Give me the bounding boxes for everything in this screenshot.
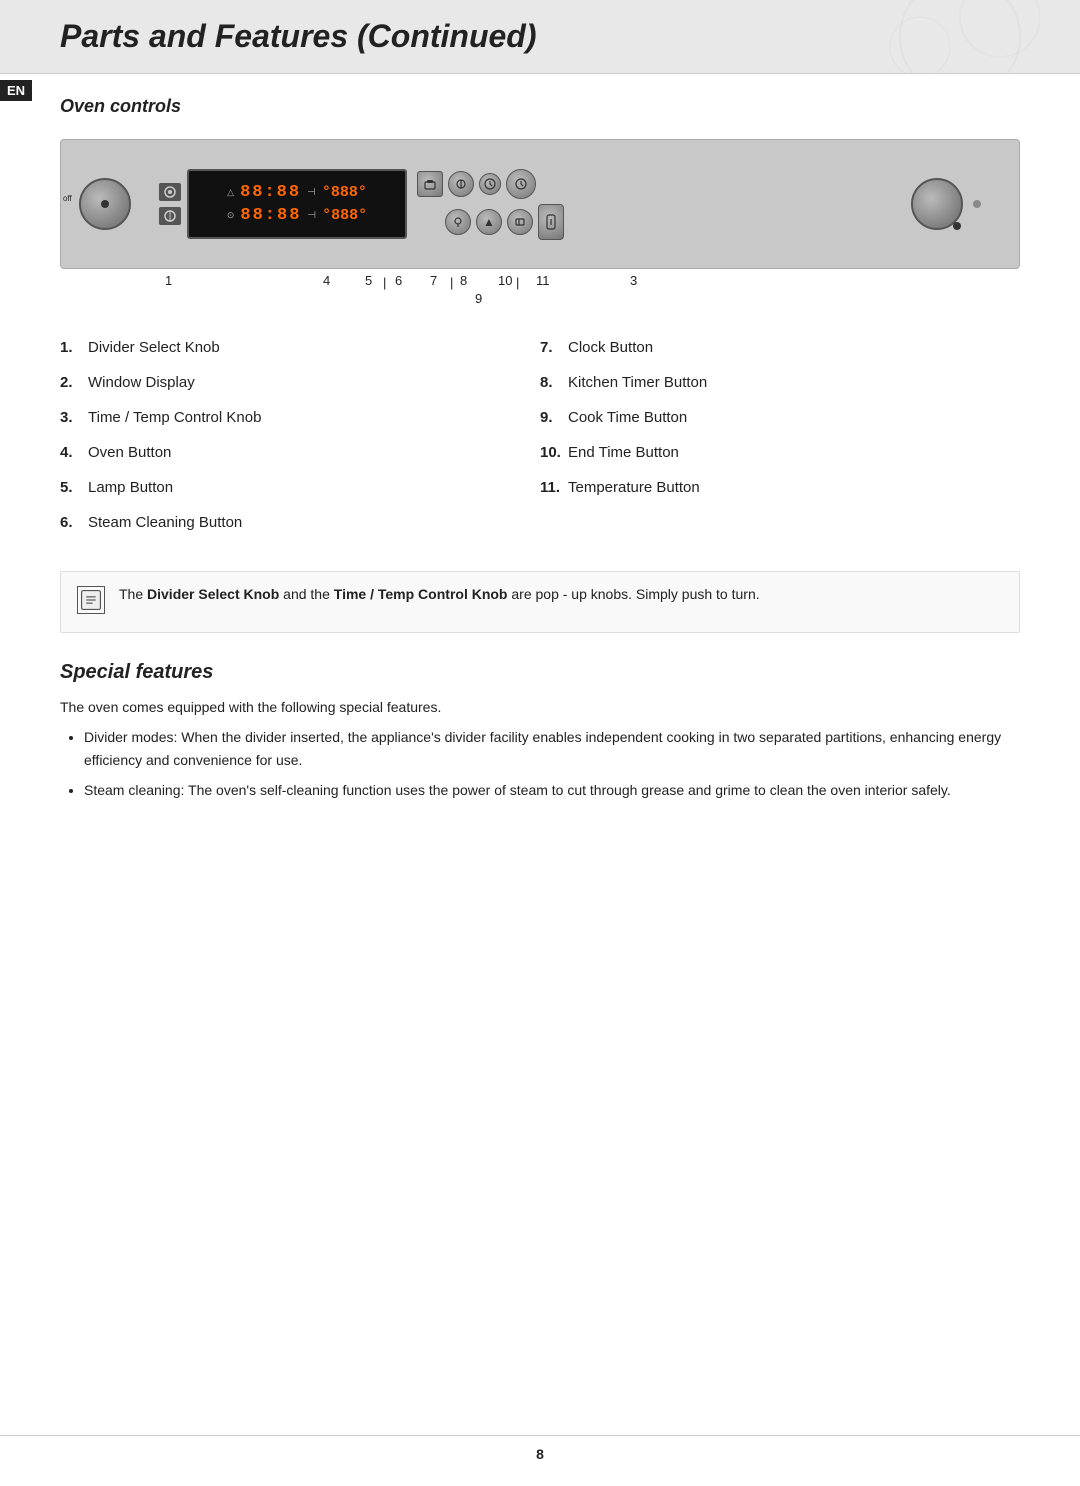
parts-col-right: 7. Clock Button 8. Kitchen Timer Button … [540, 337, 1020, 547]
special-feature-item-1: Divider modes: When the divider inserted… [84, 726, 1020, 771]
indicator-dot [973, 200, 981, 208]
label-num-10: 10 [498, 273, 512, 288]
part-item-11: 11. Temperature Button [540, 477, 1020, 498]
oven-controls-heading: Oven controls [60, 96, 1080, 117]
part-item-3: 3. Time / Temp Control Knob [60, 407, 540, 428]
part-num-8: 8. [540, 372, 568, 393]
oven-panel: off △ 88:88 ⊣ [60, 139, 1020, 269]
part-label-1: Divider Select Knob [88, 337, 220, 358]
part-label-6: Steam Cleaning Button [88, 512, 242, 533]
part-item-10: 10. End Time Button [540, 442, 1020, 463]
knob-off-label: off [63, 194, 72, 203]
part-num-5: 5. [60, 477, 88, 498]
en-badge: EN [0, 80, 32, 101]
display-time1: 88:88 [240, 183, 301, 202]
header-decoration [740, 0, 1040, 73]
steam-cleaning-button[interactable] [448, 171, 474, 197]
note-icon [77, 586, 105, 620]
part-num-10: 10. [540, 442, 568, 463]
special-features-section: Special features The oven comes equipped… [60, 661, 1020, 802]
label-num-11: 11 [536, 273, 550, 288]
lamp-button[interactable] [445, 209, 471, 235]
display-temp2: °888° [322, 207, 367, 224]
part-num-6: 6. [60, 512, 88, 533]
divider-select-knob[interactable] [79, 178, 131, 230]
part-label-4: Oven Button [88, 442, 171, 463]
part-item-6: 6. Steam Cleaning Button [60, 512, 540, 533]
part-label-7: Clock Button [568, 337, 653, 358]
label-num-7: 7 [430, 273, 437, 288]
special-features-heading: Special features [60, 661, 1020, 684]
part-label-8: Kitchen Timer Button [568, 372, 707, 393]
part-label-9: Cook Time Button [568, 407, 687, 428]
display-arrow2: ⊣ [307, 210, 316, 221]
page-footer: 8 [0, 1435, 1080, 1462]
part-label-5: Lamp Button [88, 477, 173, 498]
part-label-3: Time / Temp Control Knob [88, 407, 261, 428]
time-temp-control-knob[interactable] [911, 178, 963, 230]
label-num-1: 1 [165, 273, 172, 288]
end-time-button[interactable] [538, 204, 564, 240]
parts-list: 1. Divider Select Knob 2. Window Display… [60, 337, 1020, 547]
note-text-mid: and the [279, 586, 334, 602]
label-num-3: 3 [630, 273, 637, 288]
part-item-7: 7. Clock Button [540, 337, 1020, 358]
cook-time-button[interactable] [507, 209, 533, 235]
display-time2: 88:88 [240, 206, 301, 225]
special-features-intro: The oven comes equipped with the followi… [60, 696, 1020, 718]
part-num-11: 11. [540, 477, 568, 498]
icon-block-bottom [159, 207, 181, 225]
part-item-2: 2. Window Display [60, 372, 540, 393]
page-title: Parts and Features (Continued) [60, 18, 537, 55]
oven-button[interactable] [417, 171, 443, 197]
part-num-2: 2. [60, 372, 88, 393]
note-bold-1: Divider Select Knob [147, 586, 279, 602]
display-arrow1: ⊣ [307, 187, 316, 198]
part-item-9: 9. Cook Time Button [540, 407, 1020, 428]
part-label-2: Window Display [88, 372, 195, 393]
special-features-list: Divider modes: When the divider inserted… [84, 726, 1020, 801]
parts-col-left: 1. Divider Select Knob 2. Window Display… [60, 337, 540, 547]
part-num-4: 4. [60, 442, 88, 463]
diagram-number-labels: 1 4 5 6 7 8 9 10 11 3 | | | [60, 273, 1020, 309]
part-item-4: 4. Oven Button [60, 442, 540, 463]
part-item-5: 5. Lamp Button [60, 477, 540, 498]
display-icon-top: △ [227, 187, 234, 198]
part-label-11: Temperature Button [568, 477, 700, 498]
label-num-8: 8 [460, 273, 467, 288]
small-icons-group [159, 183, 181, 225]
part-num-1: 1. [60, 337, 88, 358]
part-num-3: 3. [60, 407, 88, 428]
special-feature-item-2: Steam cleaning: The oven's self-cleaning… [84, 779, 1020, 801]
label-num-9: 9 [475, 291, 482, 306]
part-item-1: 1. Divider Select Knob [60, 337, 540, 358]
header-banner: Parts and Features (Continued) [0, 0, 1080, 74]
part-label-10: End Time Button [568, 442, 679, 463]
icon-block-top [159, 183, 181, 201]
oven-diagram: 2 off [60, 139, 1020, 309]
display-icon-bottom: ⊙ [227, 210, 235, 221]
window-display: △ 88:88 ⊣ °888° ⊙ 88:88 ⊣ °888° [187, 169, 407, 239]
label-num-6: 6 [395, 273, 402, 288]
note-box: The Divider Select Knob and the Time / T… [60, 571, 1020, 633]
kitchen-timer-button[interactable] [506, 169, 536, 199]
note-bold-2: Time / Temp Control Knob [334, 586, 508, 602]
note-text: The Divider Select Knob and the Time / T… [119, 584, 760, 605]
label-num-4: 4 [323, 273, 330, 288]
page-number: 8 [536, 1446, 544, 1462]
part-num-7: 7. [540, 337, 568, 358]
part-num-9: 9. [540, 407, 568, 428]
label-num-5: 5 [365, 273, 372, 288]
part-item-8: 8. Kitchen Timer Button [540, 372, 1020, 393]
note-text-after: are pop - up knobs. Simply push to turn. [507, 586, 759, 602]
clock-button[interactable] [479, 173, 501, 195]
up-arrow-button[interactable]: ▲ [476, 209, 502, 235]
display-temp1: °888° [322, 184, 367, 201]
